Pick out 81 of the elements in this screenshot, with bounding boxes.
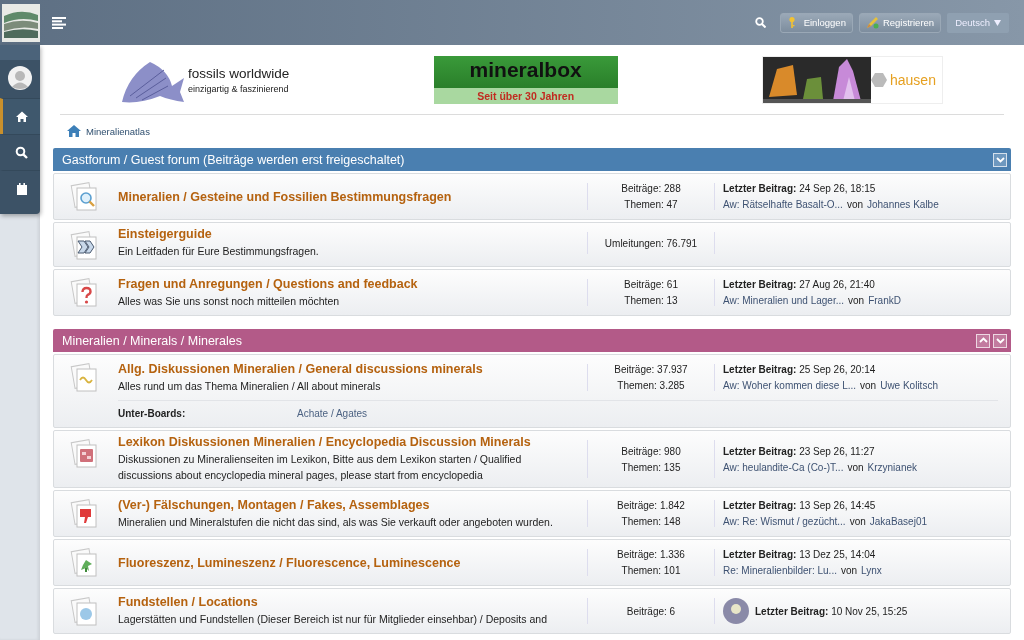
chevron-icon [995,155,1005,164]
forum-description: Diskussionen zu Mineralienseiten im Lexikon, Bitte aus dem Lexikon starten / Qualified discussions about encyclopedia mineral pages, please start from encyclopedia [118,452,523,483]
forum-title[interactable]: Fluoreszenz, Lumineszenz / Fluorescence, Luminescence [118,555,577,570]
calendar-icon [14,181,29,196]
ad-title: mineralbox [433,56,618,88]
forum-stat: Themen: 148 [621,516,681,527]
search-icon[interactable] [754,17,766,28]
sidebar-header [0,45,40,60]
author-link[interactable]: JakaBasej01 [869,516,928,527]
caret-icon [994,19,1001,26]
forum-stat: Themen: 13 [624,295,678,306]
menu-icon[interactable] [52,16,66,29]
forum-title[interactable]: Mineralien / Gesteine und Fossilien Bestimmungsfragen [118,189,577,204]
ad-title: fossils worldwide [188,66,290,81]
hexagon-icon [871,72,887,88]
topic-link[interactable]: Aw: Mineralien und Lager... [723,295,844,306]
forum-title[interactable]: (Ver-) Fälschungen, Montagen / Fakes, Assemblages [118,497,577,512]
forum-stat: Beiträge: 1.842 [617,500,685,511]
forum-stat: Beiträge: 37.937 [614,364,688,375]
author-link[interactable]: Lynx [861,565,882,576]
last-post-date: Letzter Beitrag: 23 Sep 26, 11:27 [723,445,875,457]
topic-link[interactable]: Aw: Re: Wismut / gezücht... [723,516,846,527]
forum-stat: Themen: 135 [621,461,681,473]
ad-banner[interactable]: mineralbox Seit über 30 Jahren [433,56,618,104]
author-link[interactable]: Uwe Kolitsch [880,380,938,391]
forum-stat: Beiträge: 980 [621,445,681,457]
ad-title: hausen [890,72,936,88]
author-link[interactable]: Krzynianek [867,461,917,473]
topic-link[interactable]: Aw: Rätselhafte Basalt-O... [723,199,843,210]
forum-title[interactable]: Einsteigerguide [118,227,577,241]
by-label: von [846,199,863,210]
by-label: von [849,516,866,527]
sidebar-item[interactable] [0,98,40,134]
last-post-date: Letzter Beitrag: 25 Sep 26, 20:14 [723,364,876,375]
forum-title[interactable]: Allg. Diskussionen Mineralien / General discussions minerals [118,361,577,376]
forum-title[interactable]: Lexikon Diskussionen Mineralien / Encyclopedia Discussion Minerals [118,435,577,449]
forum-description: Alles rund um das Thema Mineralien / All about minerals [118,378,382,394]
author-link[interactable]: FrankD [868,295,901,306]
by-label: von [847,461,864,473]
forum-description: Ein Leitfaden für Eure Bestimmungsfragen. [118,244,320,259]
forum-stat: Themen: 47 [624,199,678,210]
forum-description: Mineralien und Mineralstufen die nicht das sind, als was Sie verkauft oder angeboten wurden. [118,514,554,530]
avatar-icon [8,66,32,90]
pencil-icon [865,16,879,29]
last-post-date: Letzter Beitrag: 10 Nov 25, 15:25 [755,605,908,617]
topic-link[interactable]: Aw: heulandite-Ca (Co-)T... [723,461,844,473]
collapse-button[interactable] [993,333,1007,348]
category-title[interactable]: Mineralien / Minerals / Minerales [62,333,973,348]
forum-title[interactable]: Fundstellen / Locations [118,595,577,609]
breadcrumb-link[interactable]: Mineralienatlas [86,125,150,137]
move-up-button[interactable] [976,333,990,348]
forum-stat: Themen: 3.285 [617,380,685,391]
subboard-link[interactable]: Achate / Agates [297,408,368,419]
forum-stat: Beiträge: 288 [621,183,681,194]
home-icon [14,109,29,124]
category-title[interactable]: Gastforum / Guest forum (Beiträge werden erst freigeschaltet) [62,152,990,167]
by-label: von [860,380,877,391]
forum-description: Alles was Sie uns sonst noch mitteilen möchten [118,293,341,309]
last-post-date: Letzter Beitrag: 13 Sep 26, 14:45 [723,500,876,511]
collapse-button[interactable] [993,152,1007,167]
forum-title[interactable]: Fragen und Anregungen / Questions and feedback [118,276,577,291]
ad-tagline: Seit über 30 Jahren [433,88,618,104]
forum-stat: Beiträge: 61 [624,279,678,290]
topic-link[interactable]: Re: Mineralienbilder: Lu... [723,565,837,576]
forum-stat: Beiträge: 1.336 [617,549,685,560]
forum-stat: Umleitungen: 76.791 [604,237,698,249]
last-post-date: Letzter Beitrag: 13 Dez 25, 14:04 [723,549,876,560]
ad-tagline: einzigartig & faszinierend [188,84,290,94]
topic-link[interactable]: Aw: Woher kommen diese L... [723,380,857,391]
forum-description: Lagerstätten und Fundstellen (Dieser Bereich ist nur für Mitglieder einsehbar) / Deposits and [118,612,548,627]
forum-stat: Beiträge: 6 [626,605,676,617]
subboards-label: Unter-Boards: [118,408,187,419]
search-icon [14,145,29,160]
forum-stat: Themen: 101 [621,565,681,576]
by-label: von [848,295,865,306]
home-icon [67,125,81,137]
logo-icon [2,3,40,42]
last-post-date: Letzter Beitrag: 24 Sep 26, 18:15 [723,183,876,194]
by-label: von [840,565,858,576]
author-link[interactable]: Johannes Kalbe [867,199,939,210]
last-post-date: Letzter Beitrag: 27 Aug 26, 21:40 [723,279,875,290]
